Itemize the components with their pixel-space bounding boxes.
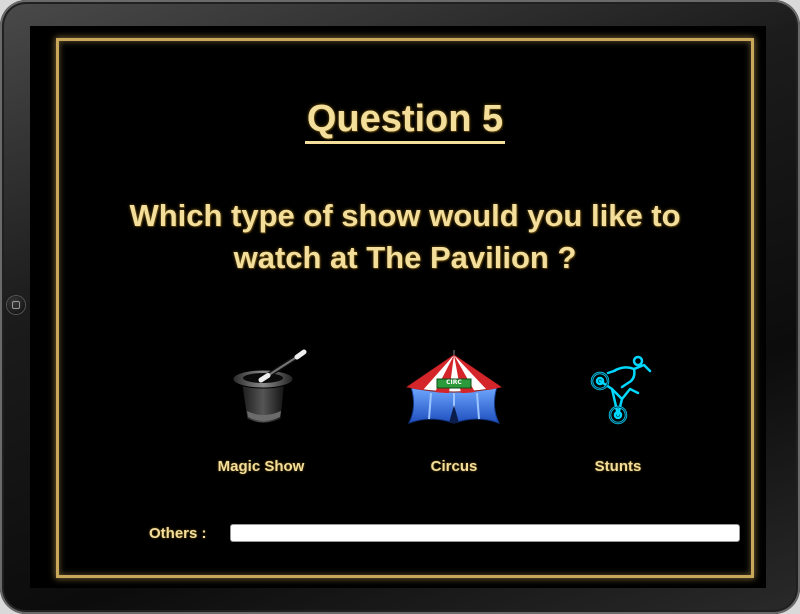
quiz-screen: Question 5 Which type of show would you … [30,26,766,588]
option-label-magic-show: Magic Show [217,458,305,475]
question-number: Question 5 [304,97,506,144]
question-text: Which type of show would you like to wat… [129,198,681,275]
option-circus[interactable]: Circus CIRC [379,349,529,475]
circus-sign-text: CIRC [446,379,462,386]
question-heading: Question 5 [59,97,751,144]
option-label-stunts: Stunts [594,458,642,475]
option-stunts[interactable]: Stunts [543,349,693,475]
stunt-bike-icon [590,355,652,425]
gold-frame: Question 5 Which type of show would you … [56,38,754,578]
circus-tent-icon [405,350,503,424]
option-label-circus: Circus [430,458,478,475]
others-input[interactable] [230,524,740,542]
home-button[interactable] [7,296,25,314]
others-label: Others : [149,525,207,542]
option-magic-show[interactable]: Magic Show [186,349,336,475]
tablet-device: Question 5 Which type of show would you … [0,0,800,614]
magic-hat-icon [232,349,307,424]
